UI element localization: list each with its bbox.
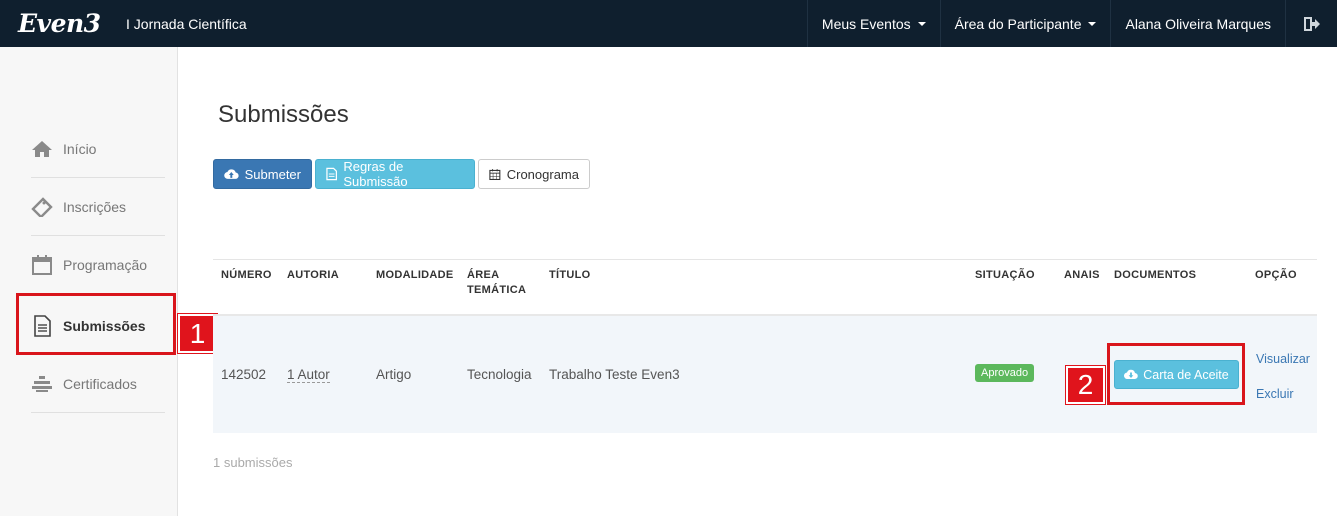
sidebar: Início Inscrições Programação Submissões… bbox=[0, 47, 178, 516]
calendar-icon bbox=[31, 254, 53, 275]
caret-down-icon bbox=[1088, 21, 1097, 26]
col-area-line2: TEMÁTICA bbox=[467, 284, 527, 296]
col-modalidade: MODALIDADE bbox=[376, 269, 454, 281]
table-header: NÚMERO AUTORIA MODALIDADE ÁREA TEMÁTICA … bbox=[213, 259, 1317, 316]
calendar-icon bbox=[489, 168, 501, 180]
top-navbar: Even3 I Jornada Científica Meus Eventos … bbox=[0, 0, 1337, 47]
even3-logo[interactable]: Even3 bbox=[0, 0, 112, 47]
col-opcao: OPÇÃO bbox=[1255, 269, 1297, 281]
cell-modalidade: Artigo bbox=[376, 367, 412, 382]
file-text-icon bbox=[326, 167, 337, 181]
cronograma-button[interactable]: Cronograma bbox=[478, 159, 590, 189]
user-name-link[interactable]: Alana Oliveira Marques bbox=[1110, 0, 1285, 47]
area-participante-menu[interactable]: Área do Participante bbox=[939, 0, 1111, 47]
top-nav: Meus Eventos Área do Participante Alana … bbox=[806, 0, 1337, 47]
highlight-box-submissoes bbox=[16, 293, 176, 355]
user-name-label: Alana Oliveira Marques bbox=[1125, 15, 1271, 32]
autoria-link[interactable]: 1 Autor bbox=[287, 367, 330, 383]
cronograma-label: Cronograma bbox=[506, 166, 579, 182]
submeter-label: Submeter bbox=[244, 166, 301, 182]
area-participante-label: Área do Participante bbox=[954, 15, 1082, 32]
col-documentos: DOCUMENTOS bbox=[1114, 269, 1197, 281]
sidebar-item-certificados[interactable]: Certificados bbox=[31, 355, 165, 413]
sidebar-item-label: Início bbox=[63, 140, 97, 157]
col-anais: ANAIS bbox=[1064, 269, 1100, 281]
sidebar-item-label: Inscrições bbox=[63, 198, 127, 215]
submissions-count: 1 submissões bbox=[213, 455, 293, 470]
col-situacao: SITUAÇÃO bbox=[975, 269, 1035, 281]
home-icon bbox=[31, 139, 53, 159]
meus-eventos-label: Meus Eventos bbox=[821, 15, 911, 32]
submissions-table: NÚMERO AUTORIA MODALIDADE ÁREA TEMÁTICA … bbox=[213, 259, 1317, 433]
cell-titulo: Trabalho Teste Even3 bbox=[549, 367, 680, 382]
sidebar-item-inicio[interactable]: Início bbox=[31, 120, 165, 178]
highlight-box-carta bbox=[1107, 343, 1245, 405]
submeter-button[interactable]: Submeter bbox=[213, 159, 312, 189]
excluir-link[interactable]: Excluir bbox=[1256, 387, 1294, 401]
status-badge: Aprovado bbox=[975, 364, 1035, 382]
sidebar-item-inscricoes[interactable]: Inscrições bbox=[31, 178, 165, 236]
cell-numero: 142502 bbox=[221, 367, 267, 382]
regras-submissao-button[interactable]: Regras de Submissão bbox=[315, 159, 475, 189]
col-area-tematica: ÁREA TEMÁTICA bbox=[467, 268, 526, 298]
certificate-icon bbox=[31, 374, 53, 394]
annotation-badge-1: 1 bbox=[178, 314, 217, 353]
col-titulo: TÍTULO bbox=[549, 269, 591, 281]
page-title: Submissões bbox=[218, 101, 349, 128]
ticket-icon bbox=[31, 196, 53, 217]
caret-down-icon bbox=[917, 21, 926, 26]
col-autoria: AUTORIA bbox=[287, 269, 340, 281]
visualizar-link[interactable]: Visualizar bbox=[1256, 352, 1310, 366]
sidebar-item-label: Certificados bbox=[63, 375, 137, 392]
annotation-badge-2: 2 bbox=[1066, 366, 1105, 404]
sidebar-item-label: Programação bbox=[63, 256, 148, 273]
sidebar-item-programacao[interactable]: Programação bbox=[31, 236, 165, 294]
cell-area: Tecnologia bbox=[467, 367, 532, 382]
cloud-upload-icon bbox=[224, 169, 239, 179]
sign-out-icon bbox=[1303, 16, 1320, 31]
meus-eventos-menu[interactable]: Meus Eventos bbox=[806, 0, 940, 47]
col-numero: NÚMERO bbox=[221, 269, 272, 281]
logout-button[interactable] bbox=[1285, 0, 1337, 47]
event-title[interactable]: I Jornada Científica bbox=[112, 0, 807, 47]
regras-label: Regras de Submissão bbox=[343, 159, 408, 189]
col-area-line1: ÁREA bbox=[467, 269, 500, 281]
